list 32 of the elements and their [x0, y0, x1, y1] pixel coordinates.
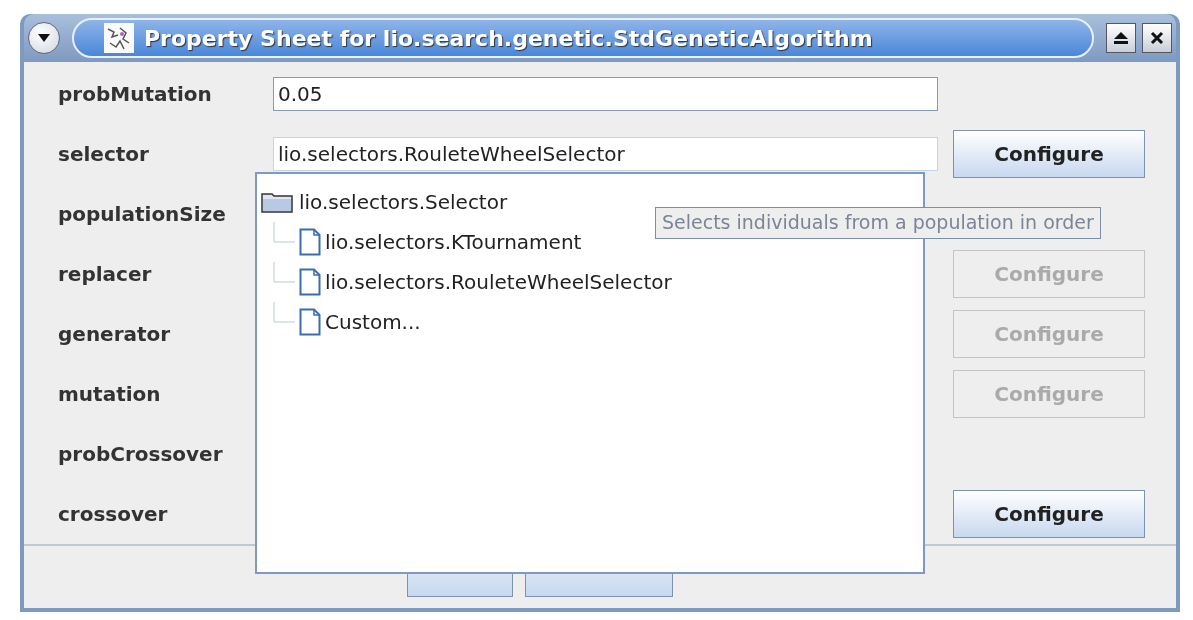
folder-icon [261, 191, 293, 213]
configure-button[interactable]: Configure [953, 130, 1145, 178]
tree-connector [273, 302, 295, 323]
file-icon [299, 268, 321, 296]
tree-item[interactable]: Custom... [325, 310, 421, 334]
text-field[interactable]: 0.05 [273, 77, 938, 111]
property-label: populationSize [58, 202, 227, 226]
app-icon [104, 23, 134, 53]
caret-icon [37, 33, 51, 43]
maximize-button[interactable] [1106, 23, 1136, 53]
tree-connector [273, 262, 295, 283]
property-label: selector [58, 142, 150, 166]
tree-item[interactable]: lio.selectors.KTournament [325, 230, 582, 254]
text-field[interactable]: lio.selectors.RouleteWheelSelector [273, 137, 938, 171]
tree-item[interactable]: lio.selectors.Selector [299, 190, 508, 214]
tree-connector [273, 222, 295, 243]
eject-icon [1113, 31, 1129, 45]
close-button[interactable] [1142, 23, 1172, 53]
tree-item[interactable]: lio.selectors.RouleteWheelSelector [325, 270, 672, 294]
property-label: generator [58, 322, 172, 346]
property-label: mutation [58, 382, 162, 406]
property-label: probMutation [58, 82, 213, 106]
tooltip: Selects individuals from a population in order [655, 207, 1101, 239]
file-icon [299, 228, 321, 256]
window-title: Property Sheet for lio.search.genetic.StdGeneticAlgorithm [144, 25, 873, 51]
close-icon [1150, 31, 1164, 45]
window-menu-button[interactable] [28, 22, 60, 54]
property-label: probCrossover [58, 442, 224, 466]
file-icon [299, 308, 321, 336]
property-label: replacer [58, 262, 153, 286]
property-label: crossover [58, 502, 169, 526]
configure-button[interactable]: Configure [953, 490, 1145, 538]
